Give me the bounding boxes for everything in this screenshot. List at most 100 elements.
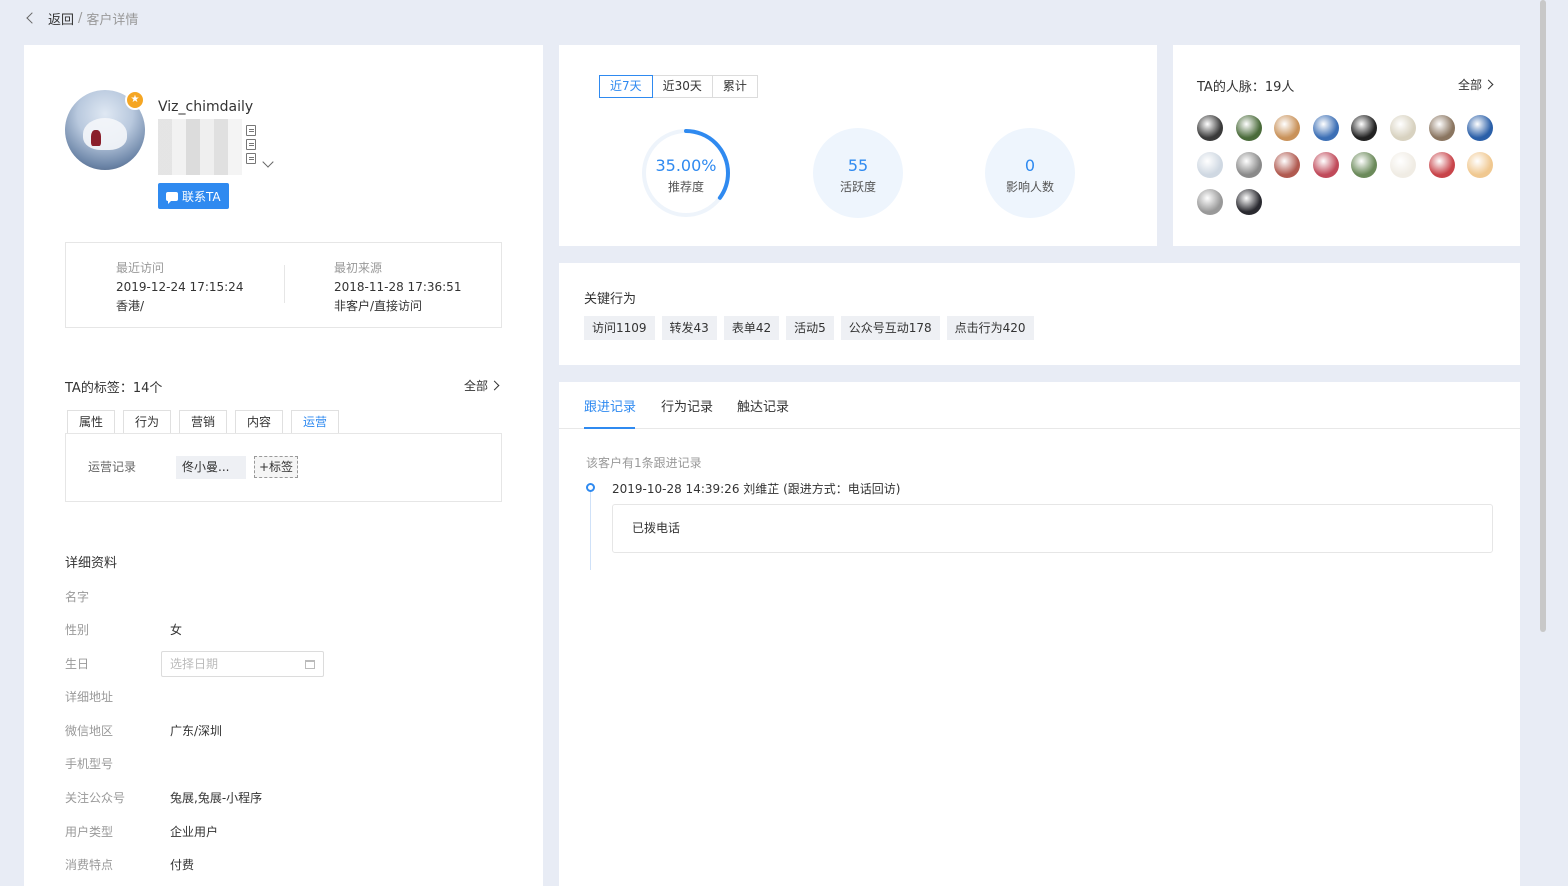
contact-button[interactable]: 联系TA: [158, 183, 229, 209]
tab-reach-records[interactable]: 触达记录: [737, 396, 789, 415]
tags-more-label: 全部: [464, 379, 489, 393]
tag-tab-content[interactable]: 内容: [235, 410, 283, 433]
network-more-link[interactable]: 全部: [1458, 76, 1494, 93]
tag-tab-attribute[interactable]: 属性: [67, 410, 115, 433]
first-source: 最初来源 2018-11-28 17:36:51 非客户/直接访问: [334, 259, 461, 316]
detail-row-address: 详细地址: [65, 686, 170, 706]
detail-value: 付费: [170, 857, 195, 872]
timeline-line: [590, 490, 591, 570]
tag-tabs: 属性 行为 营销 内容 运营: [67, 410, 339, 433]
contact-avatar[interactable]: [1235, 115, 1262, 141]
tab-behavior-records[interactable]: 行为记录: [661, 396, 713, 415]
behavior-chip-shares[interactable]: 转发43: [661, 316, 717, 340]
behavior-chip-clicks[interactable]: 点击行为420: [946, 316, 1034, 340]
contact-avatar[interactable]: [1235, 152, 1262, 178]
back-arrow-icon[interactable]: [26, 12, 38, 24]
contact-avatar[interactable]: [1274, 115, 1301, 141]
contact-avatar[interactable]: [1197, 115, 1223, 141]
details-title: 详细资料: [65, 556, 118, 571]
record-header: 2019-10-28 14:39:26 刘维芷 (跟进方式：电话回访): [612, 482, 901, 496]
contact-avatar[interactable]: [1235, 189, 1262, 215]
contact-avatar[interactable]: [1428, 152, 1455, 178]
detail-key: 手机型号: [65, 756, 114, 771]
contact-avatar[interactable]: [1467, 152, 1494, 178]
contact-avatar[interactable]: [1351, 115, 1378, 141]
detail-row-name: 名字: [65, 586, 170, 606]
detail-key: 名字: [65, 589, 90, 604]
breadcrumb: 返回 / 客户详情: [24, 8, 138, 28]
activity-value: 55: [847, 156, 869, 175]
detail-value: 广东/深圳: [170, 723, 223, 738]
contact-avatar[interactable]: [1312, 152, 1339, 178]
avatar: ★: [65, 90, 145, 170]
document-icon: [246, 125, 256, 136]
document-icon: [246, 139, 256, 150]
recent-visit: 最近访问 2019-12-24 17:15:24 香港/: [116, 259, 243, 316]
contact-avatar[interactable]: [1197, 152, 1223, 178]
breadcrumb-current: 客户详情: [86, 12, 139, 28]
network-title: TA的人脉：19人: [1197, 80, 1295, 95]
contact-avatar[interactable]: [1274, 152, 1301, 178]
activity-label: 活跃度: [839, 180, 876, 194]
recommend-value: 35.00%: [655, 156, 717, 175]
star-icon: ★: [125, 90, 145, 110]
contact-avatar[interactable]: [1389, 115, 1416, 141]
blurred-info: [158, 119, 242, 175]
behavior-chip-visits[interactable]: 访问1109: [584, 316, 655, 340]
detail-key: 消费特点: [65, 857, 114, 872]
detail-key: 性别: [65, 622, 90, 637]
range-tab-30d[interactable]: 近30天: [651, 75, 713, 98]
tags-more-link[interactable]: 全部: [464, 377, 500, 394]
record-count: 该客户有1条跟进记录: [586, 456, 702, 470]
contact-avatar[interactable]: [1312, 115, 1339, 141]
behavior-chip-forms[interactable]: 表单42: [723, 316, 780, 340]
behavior-chip-events[interactable]: 活动5: [786, 316, 834, 340]
recommend-metric: 35.00% 推荐度: [641, 128, 731, 218]
chevron-down-icon[interactable]: [262, 156, 274, 168]
range-tab-7d[interactable]: 近7天: [599, 75, 653, 98]
behavior-chip-official-account[interactable]: 公众号互动178: [840, 316, 940, 340]
chevron-right-icon: [489, 380, 500, 391]
detail-key: 关注公众号: [65, 790, 126, 805]
contact-avatar[interactable]: [1467, 115, 1494, 141]
detail-row-birthday: 生日: [65, 653, 170, 673]
operation-record-label: 运营记录: [88, 460, 137, 474]
detail-value: 女: [170, 622, 183, 637]
network-more-label: 全部: [1458, 78, 1483, 92]
activity-metric: 55 活跃度: [813, 128, 903, 218]
tag-chip[interactable]: 佟小曼...: [176, 456, 246, 479]
active-tab-underline: [584, 427, 635, 429]
contact-avatar[interactable]: [1197, 189, 1223, 215]
chat-icon: [166, 191, 178, 204]
tag-tab-behavior[interactable]: 行为: [123, 410, 171, 433]
recent-visit-label: 最近访问: [116, 261, 165, 275]
recent-visit-place: 香港/: [116, 299, 145, 313]
tab-follow-up[interactable]: 跟进记录: [584, 396, 636, 415]
detail-row-wechat-region: 微信地区 广东/深圳: [65, 720, 222, 740]
back-link[interactable]: 返回: [48, 9, 74, 28]
contact-avatar[interactable]: [1351, 152, 1378, 178]
timeline-dot: [586, 483, 595, 492]
contact-button-label: 联系TA: [182, 189, 221, 204]
detail-key: 详细地址: [65, 689, 114, 704]
chevron-right-icon: [1483, 79, 1494, 90]
page-scrollbar[interactable]: [1540, 0, 1546, 632]
first-source-place: 非客户/直接访问: [334, 299, 423, 313]
detail-value: 兔展,兔展-小程序: [170, 790, 263, 805]
range-tab-total[interactable]: 累计: [711, 75, 758, 98]
tags-title: TA的标签：14个: [65, 381, 163, 396]
recent-visit-time: 2019-12-24 17:15:24: [116, 280, 244, 294]
detail-row-phone-model: 手机型号: [65, 753, 170, 773]
contact-avatar[interactable]: [1389, 152, 1416, 178]
network-avatar-grid: [1197, 115, 1507, 215]
birthday-date-picker[interactable]: 选择日期: [161, 651, 324, 677]
detail-key: 生日: [65, 656, 90, 671]
stats-panel: 近7天 近30天 累计 35.00% 推荐度 55 活跃度 0 影响人数: [559, 45, 1157, 246]
tag-tab-marketing[interactable]: 营销: [179, 410, 227, 433]
behavior-chips: 访问1109 转发43 表单42 活动5 公众号互动178 点击行为420: [584, 316, 1034, 340]
detail-key: 微信地区: [65, 723, 114, 738]
tag-tab-operation[interactable]: 运营: [291, 410, 339, 433]
date-placeholder: 选择日期: [170, 657, 219, 671]
add-tag-button[interactable]: +标签: [254, 456, 299, 478]
contact-avatar[interactable]: [1428, 115, 1455, 141]
